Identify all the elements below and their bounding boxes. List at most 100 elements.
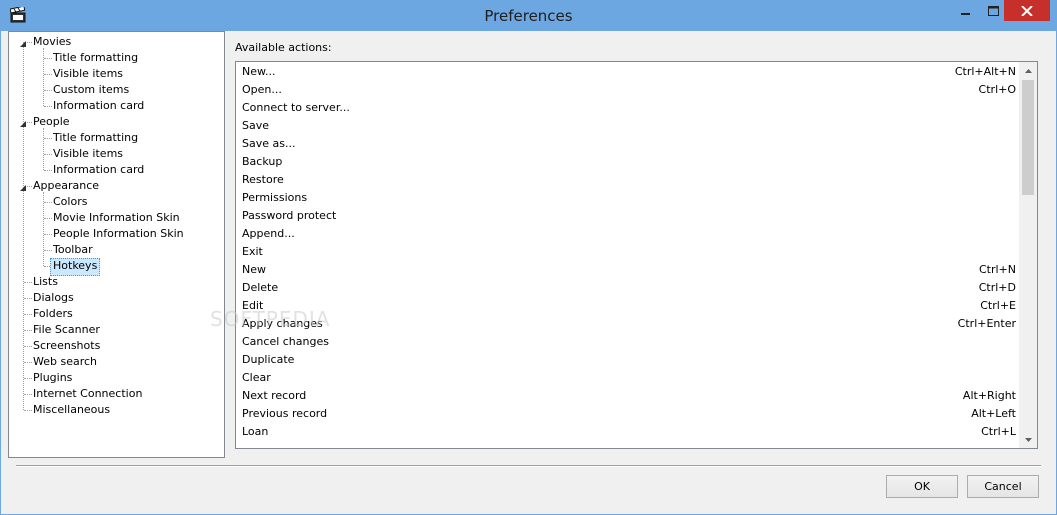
- action-row[interactable]: Exit: [242, 243, 1016, 261]
- tree-guide-line: [44, 234, 52, 235]
- tree-item[interactable]: Folders: [33, 306, 73, 322]
- vertical-scrollbar[interactable]: [1019, 62, 1037, 448]
- tree-guide-line: [44, 58, 52, 59]
- tree-guide-line: [24, 282, 32, 283]
- action-name: Save: [242, 119, 270, 132]
- action-row[interactable]: Permissions: [242, 189, 1016, 207]
- scrollbar-thumb[interactable]: [1022, 80, 1034, 195]
- expand-arrow-icon[interactable]: [19, 182, 27, 191]
- action-hotkey: Ctrl+N: [978, 263, 1016, 276]
- action-hotkey: Ctrl+Alt+N: [954, 65, 1016, 78]
- title-bar[interactable]: Preferences: [0, 0, 1057, 31]
- action-row[interactable]: Restore: [242, 171, 1016, 189]
- tree-guide-line: [44, 138, 52, 139]
- action-row[interactable]: New Ctrl+N: [242, 261, 1016, 279]
- action-hotkey: Ctrl+L: [981, 425, 1016, 438]
- tree-item[interactable]: People: [33, 114, 70, 130]
- action-row[interactable]: Cancel changes: [242, 333, 1016, 351]
- tree-item[interactable]: Movie Information Skin: [53, 210, 180, 226]
- action-row[interactable]: Delete Ctrl+D: [242, 279, 1016, 297]
- action-name: Next record: [242, 389, 307, 402]
- preferences-tree[interactable]: Movies Title formatting Visible items Custo…: [8, 31, 225, 458]
- action-row[interactable]: Save: [242, 117, 1016, 135]
- tree-item[interactable]: Dialogs: [33, 290, 74, 306]
- cancel-button[interactable]: Cancel: [967, 475, 1039, 498]
- action-row[interactable]: New... Ctrl+Alt+N: [242, 63, 1016, 81]
- actions-list[interactable]: New... Ctrl+Alt+N Open... Ctrl+O Connect to …: [235, 61, 1038, 449]
- tree-item[interactable]: Visible items: [53, 66, 123, 82]
- tree-item[interactable]: Movies: [33, 34, 71, 50]
- action-hotkey: Alt+Left: [971, 407, 1016, 420]
- tree-guide-line: [24, 378, 32, 379]
- action-row[interactable]: Duplicate: [242, 351, 1016, 369]
- tree-guide-line: [24, 394, 32, 395]
- action-name: Open...: [242, 83, 282, 96]
- action-row[interactable]: Append...: [242, 225, 1016, 243]
- action-row[interactable]: Apply changes Ctrl+Enter: [242, 315, 1016, 333]
- minimize-button[interactable]: [951, 0, 981, 22]
- action-name: Restore: [242, 173, 284, 186]
- tree-item[interactable]: Miscellaneous: [33, 402, 110, 418]
- action-row[interactable]: Clear: [242, 369, 1016, 387]
- divider: [16, 465, 1041, 467]
- action-row[interactable]: Loan Ctrl+L: [242, 423, 1016, 441]
- action-row[interactable]: Previous record Alt+Left: [242, 405, 1016, 423]
- action-row[interactable]: Save as...: [242, 135, 1016, 153]
- action-name: Loan: [242, 425, 269, 438]
- action-name: Permissions: [242, 191, 308, 204]
- action-name: Password protect: [242, 209, 337, 222]
- ok-button[interactable]: OK: [886, 475, 958, 498]
- expand-arrow-icon[interactable]: [19, 118, 27, 127]
- tree-item[interactable]: Plugins: [33, 370, 72, 386]
- tree-item[interactable]: Appearance: [33, 178, 99, 194]
- tree-item[interactable]: File Scanner: [33, 322, 100, 338]
- tree-item[interactable]: People Information Skin: [53, 226, 184, 242]
- tree-item[interactable]: Information card: [53, 162, 144, 178]
- action-row[interactable]: Open... Ctrl+O: [242, 81, 1016, 99]
- tree-guide-line: [24, 298, 32, 299]
- tree-guide-line: [24, 346, 32, 347]
- tree-item[interactable]: Title formatting: [53, 130, 138, 146]
- scroll-down-icon[interactable]: [1020, 431, 1037, 448]
- tree-item[interactable]: Screenshots: [33, 338, 100, 354]
- window-title: Preferences: [484, 7, 573, 25]
- action-row[interactable]: Next record Alt+Right: [242, 387, 1016, 405]
- action-name: Backup: [242, 155, 283, 168]
- tree-item[interactable]: Title formatting: [53, 50, 138, 66]
- tree-item[interactable]: Web search: [33, 354, 97, 370]
- action-hotkey: Ctrl+E: [980, 299, 1016, 312]
- tree-item[interactable]: Visible items: [53, 146, 123, 162]
- tree-guide-line: [44, 170, 52, 171]
- action-name: Delete: [242, 281, 279, 294]
- action-name: Connect to server...: [242, 101, 350, 114]
- action-row[interactable]: Connect to server...: [242, 99, 1016, 117]
- tree-guide-line: [44, 202, 52, 203]
- action-name: Apply changes: [242, 317, 323, 330]
- scroll-up-icon[interactable]: [1020, 62, 1037, 79]
- tree-item[interactable]: Custom items: [53, 82, 129, 98]
- tree-item[interactable]: Toolbar: [53, 242, 93, 258]
- tree-item[interactable]: Lists: [33, 274, 58, 290]
- tree-guide-line: [24, 362, 32, 363]
- tree-guide-line: [43, 48, 44, 106]
- action-hotkey: Alt+Right: [962, 389, 1016, 402]
- tree-guide-line: [24, 330, 32, 331]
- tree-guide-line: [43, 128, 44, 170]
- tree-guide-line: [24, 314, 32, 315]
- action-name: Append...: [242, 227, 295, 240]
- tree-item[interactable]: Internet Connection: [33, 386, 142, 402]
- action-hotkey: Ctrl+Enter: [957, 317, 1016, 330]
- action-name: New...: [242, 65, 276, 78]
- action-row[interactable]: Backup: [242, 153, 1016, 171]
- action-name: Clear: [242, 371, 271, 384]
- tree-guide-line: [44, 106, 52, 107]
- action-name: Duplicate: [242, 353, 295, 366]
- action-name: Edit: [242, 299, 264, 312]
- action-row[interactable]: Edit Ctrl+E: [242, 297, 1016, 315]
- tree-guide-line: [44, 74, 52, 75]
- tree-item[interactable]: Information card: [53, 98, 144, 114]
- close-button[interactable]: [1004, 0, 1050, 21]
- tree-item[interactable]: Colors: [53, 194, 87, 210]
- action-row[interactable]: Password protect: [242, 207, 1016, 225]
- expand-arrow-icon[interactable]: [19, 38, 27, 47]
